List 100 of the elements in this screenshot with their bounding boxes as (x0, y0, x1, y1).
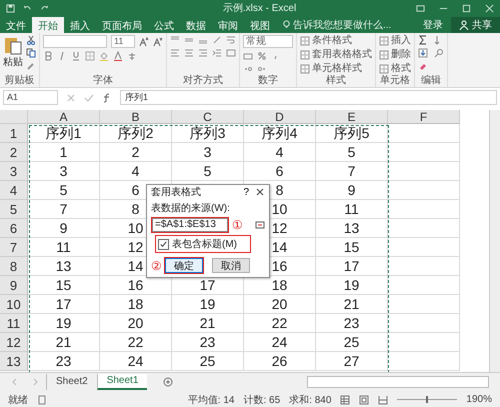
ribbon-command[interactable]: 条件格式 (300, 35, 372, 46)
copy-icon[interactable] (26, 48, 36, 58)
shrink-font-icon[interactable] (153, 36, 163, 46)
ribbon-tab[interactable]: 公式 (148, 17, 180, 33)
sign-in-link[interactable]: 登录 (415, 17, 451, 33)
ribbon-tab[interactable]: 文件 (0, 17, 32, 33)
table-cell: 11 (316, 200, 388, 219)
tell-me-field[interactable]: 告诉我您想要做什么... (293, 17, 403, 33)
ribbon-tab[interactable]: 开始 (32, 17, 64, 33)
status-mode: 就绪 (8, 394, 28, 406)
ribbon-tab[interactable]: 数据 (180, 17, 212, 33)
check-icon[interactable] (84, 92, 94, 102)
indent-icon[interactable] (212, 48, 222, 58)
cancel-button[interactable]: 取消 (212, 258, 250, 273)
grow-font-icon[interactable] (139, 36, 149, 46)
row-header[interactable]: 9 (0, 276, 28, 295)
zoom-slider-thumb[interactable] (426, 396, 428, 403)
checkbox[interactable] (158, 238, 169, 250)
column-header[interactable]: A (28, 110, 100, 124)
close-icon[interactable] (255, 187, 265, 197)
row-header[interactable]: 6 (0, 219, 28, 238)
share-button[interactable]: 共享 (451, 17, 500, 33)
column-header[interactable]: D (244, 110, 316, 124)
currency-icon[interactable] (243, 51, 253, 61)
ribbon-command[interactable]: 删除 (379, 49, 411, 60)
macro-icon[interactable] (37, 394, 47, 404)
row-header[interactable]: 4 (0, 181, 28, 200)
paste-button[interactable]: 粘贴 (3, 35, 23, 75)
horizontal-align-icon[interactable] (198, 48, 208, 58)
row-header[interactable]: 12 (0, 333, 28, 352)
orientation-icon[interactable] (212, 35, 222, 45)
column-header[interactable]: F (388, 110, 460, 124)
cancel-icon[interactable] (66, 92, 76, 102)
decrease-decimal-icon[interactable] (257, 64, 267, 74)
row-header[interactable]: 10 (0, 295, 28, 314)
horizontal-align-icon[interactable] (170, 48, 180, 58)
table-cell: 序列3 (172, 124, 244, 143)
row-header[interactable]: 3 (0, 162, 28, 181)
status-count: 计数: 65 (243, 394, 280, 406)
ok-button[interactable]: 确定 (164, 258, 203, 273)
row-header[interactable]: 1 (0, 124, 28, 143)
horizontal-align-icon[interactable] (184, 48, 194, 58)
eraser-icon[interactable] (418, 61, 428, 71)
ribbon-tab[interactable]: 页面布局 (96, 17, 148, 33)
ribbon-tab[interactable]: 审阅 (212, 17, 244, 33)
number-format-field[interactable]: 常规 (243, 35, 293, 48)
ribbon-display-icon[interactable] (416, 4, 425, 12)
column-header[interactable]: C (172, 110, 244, 124)
percent-icon[interactable] (257, 51, 267, 61)
merge-cells-icon[interactable] (226, 48, 236, 58)
bold-icon[interactable] (43, 51, 53, 61)
brush-icon[interactable] (26, 61, 36, 71)
sum-icon[interactable] (418, 35, 428, 45)
row-header[interactable]: 8 (0, 257, 28, 276)
vertical-scrollbar[interactable] (489, 110, 500, 372)
formula-field[interactable]: 序列1 (120, 90, 497, 105)
ribbon-command[interactable]: 套用表格格式 (300, 49, 372, 60)
font-color-icon[interactable] (113, 51, 123, 61)
page-layout-icon[interactable] (359, 394, 370, 404)
page-break-icon[interactable] (378, 394, 388, 404)
increase-decimal-icon[interactable] (243, 64, 253, 74)
phonetic-icon[interactable] (127, 51, 137, 61)
source-field[interactable]: =$A$1:$E$13 (152, 218, 228, 232)
search-icon[interactable] (434, 48, 444, 58)
ribbon-command[interactable]: 格式 (379, 63, 411, 74)
row-header[interactable]: 13 (0, 352, 28, 371)
fill-down-icon[interactable] (418, 48, 428, 58)
redo-icon[interactable] (40, 4, 49, 12)
table-cell: 6 (244, 162, 316, 181)
font-name-field[interactable] (43, 35, 107, 48)
save-icon[interactable] (6, 4, 15, 12)
undo-icon[interactable] (23, 4, 32, 12)
add-sheet-icon[interactable] (163, 376, 174, 386)
ribbon-command[interactable]: 插入 (379, 35, 411, 46)
column-header[interactable]: E (316, 110, 388, 124)
collapse-dialog-icon[interactable] (255, 220, 265, 230)
fill-bucket-icon[interactable] (99, 51, 109, 61)
ribbon-tab[interactable]: 插入 (64, 17, 96, 33)
row-header[interactable]: 7 (0, 238, 28, 257)
row-header[interactable]: 5 (0, 200, 28, 219)
borders-icon[interactable] (85, 51, 95, 61)
name-box[interactable]: A1 (3, 90, 58, 105)
help-button[interactable]: ? (243, 186, 249, 198)
ribbon-command[interactable]: 单元格样式 (300, 63, 372, 74)
ribbon-tab[interactable]: 视图 (244, 17, 276, 33)
table-cell: 19 (28, 314, 100, 333)
horizontal-scrollbar[interactable] (307, 376, 489, 388)
row-header[interactable]: 11 (0, 314, 28, 333)
function-icon[interactable] (102, 92, 112, 102)
column-header[interactable]: B (100, 110, 172, 124)
table-cell: 2 (100, 143, 172, 162)
normal-view-icon[interactable] (340, 394, 350, 404)
sheet-tab[interactable]: Sheet1 (96, 374, 148, 390)
row-header[interactable]: 2 (0, 143, 28, 162)
underline-icon[interactable] (71, 51, 81, 61)
scissors-icon[interactable] (26, 35, 36, 45)
maximize-icon[interactable] (462, 4, 471, 12)
wrap-text-icon[interactable] (226, 35, 236, 45)
font-size-field[interactable]: 11 (111, 35, 135, 48)
table-cell: 23 (316, 314, 388, 333)
